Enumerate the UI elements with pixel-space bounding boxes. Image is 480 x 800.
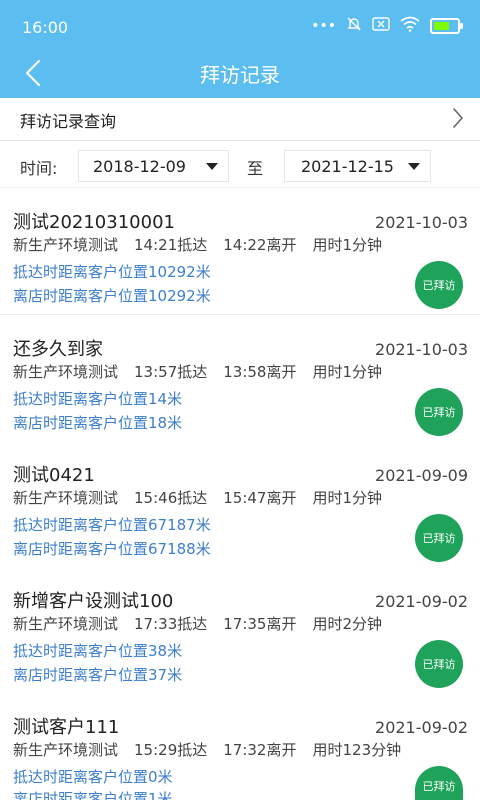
visit-duration: 用时1分钟 — [312, 489, 383, 507]
leave-distance: 离店时距离客户位置1米 — [13, 790, 173, 800]
visit-place: 新生产环境测试 — [13, 363, 119, 381]
visit-date: 2021-10-03 — [375, 340, 468, 359]
arrive-distance: 抵达时距离客户位置0米 — [13, 768, 173, 786]
end-date-select[interactable]: 2021-12-15 — [284, 150, 431, 182]
status-bar: 16:00 ••• — [0, 0, 480, 48]
arrive-time: 14:21抵达 — [134, 236, 208, 254]
caret-down-icon — [408, 163, 420, 170]
visit-record-item[interactable]: 测试客户111 2021-09-02 新生产环境测试 15:29抵达 17:32离开… — [0, 693, 480, 800]
arrive-time: 15:29抵达 — [134, 741, 208, 759]
leave-distance: 离店时距离客户位置67188米 — [13, 540, 211, 558]
record-query-row[interactable]: 拜访记录查询 — [0, 98, 480, 141]
date-filter-row: 时间: 2018-12-09 至 2021-12-15 — [0, 141, 480, 188]
start-date-value: 2018-12-09 — [93, 156, 186, 176]
leave-time: 17:35离开 — [223, 615, 297, 633]
customer-name: 测试客户111 — [13, 717, 120, 738]
visit-duration: 用时1分钟 — [312, 236, 383, 254]
mute-bell-icon — [346, 16, 362, 36]
leave-distance: 离店时距离客户位置37米 — [13, 666, 183, 684]
visit-info: 新生产环境测试 15:46抵达 15:47离开 用时1分钟 — [13, 487, 398, 508]
leave-distance: 离店时距离客户位置10292米 — [13, 287, 211, 305]
leave-time: 15:47离开 — [223, 489, 297, 507]
arrive-distance: 抵达时距离客户位置14米 — [13, 390, 183, 408]
customer-name: 测试0421 — [13, 465, 95, 486]
visited-badge: 已拜访 — [415, 766, 463, 800]
visit-date: 2021-10-03 — [375, 213, 468, 232]
arrive-time: 17:33抵达 — [134, 615, 208, 633]
leave-distance: 离店时距离客户位置18米 — [13, 414, 183, 432]
visit-place: 新生产环境测试 — [13, 236, 119, 254]
dots-icon: ••• — [311, 18, 336, 34]
app-header: 16:00 ••• 拜访记录 — [0, 0, 480, 98]
visited-badge: 已拜访 — [415, 261, 463, 309]
visit-date: 2021-09-02 — [375, 592, 468, 611]
visit-place: 新生产环境测试 — [13, 489, 119, 507]
arrive-distance: 抵达时距离客户位置67187米 — [13, 516, 211, 534]
visited-badge: 已拜访 — [415, 388, 463, 436]
battery-charging-icon — [430, 18, 463, 34]
page-title: 拜访记录 — [200, 63, 280, 87]
battery-level — [434, 22, 450, 30]
time-label: 时间: — [20, 159, 58, 178]
leave-time: 13:58离开 — [223, 363, 297, 381]
customer-name: 还多久到家 — [13, 339, 103, 360]
visit-duration: 用时1分钟 — [312, 363, 383, 381]
status-icons: ••• — [311, 16, 463, 36]
visit-record-item[interactable]: 还多久到家 2021-10-03 新生产环境测试 13:57抵达 13:58离开 用时… — [0, 315, 480, 442]
chevron-right-icon — [452, 107, 464, 133]
visit-record-item[interactable]: 测试20210310001 2021-10-03 新生产环境测试 14:21抵达 1… — [0, 188, 480, 315]
caret-down-icon — [206, 163, 218, 170]
visit-record-item[interactable]: 测试0421 2021-09-09 新生产环境测试 15:46抵达 15:47离开用… — [0, 441, 480, 568]
nav-bar: 拜访记录 — [0, 48, 480, 98]
visit-info: 新生产环境测试 15:29抵达 17:32离开 用时123分钟 — [13, 739, 417, 760]
arrive-distance: 抵达时距离客户位置38米 — [13, 642, 183, 660]
wifi-icon — [400, 16, 420, 36]
customer-name: 测试20210310001 — [13, 212, 175, 233]
end-date-value: 2021-12-15 — [301, 156, 394, 176]
date-separator: 至 — [247, 159, 264, 178]
arrive-time: 15:46抵达 — [134, 489, 208, 507]
visit-date: 2021-09-09 — [375, 466, 468, 485]
arrive-time: 13:57抵达 — [134, 363, 208, 381]
arrive-distance: 抵达时距离客户位置10292米 — [13, 263, 211, 281]
visit-info: 新生产环境测试 13:57抵达 13:58离开 用时1分钟 — [13, 361, 398, 382]
start-date-select[interactable]: 2018-12-09 — [78, 150, 229, 182]
leave-time: 14:22离开 — [223, 236, 297, 254]
visit-duration: 用时123分钟 — [312, 741, 402, 759]
visited-badge: 已拜访 — [415, 514, 463, 562]
visit-record-item[interactable]: 新增客户设测试100 2021-09-02 新生产环境测试 17:33抵达 17:3… — [0, 567, 480, 694]
record-query-label: 拜访记录查询 — [20, 112, 117, 131]
visited-badge: 已拜访 — [415, 640, 463, 688]
visit-info: 新生产环境测试 17:33抵达 17:35离开 用时2分钟 — [13, 613, 398, 634]
visit-place: 新生产环境测试 — [13, 741, 119, 759]
customer-name: 新增客户设测试100 — [13, 591, 174, 612]
status-time: 16:00 — [22, 18, 69, 37]
visit-date: 2021-09-02 — [375, 718, 468, 737]
visit-place: 新生产环境测试 — [13, 615, 119, 633]
visit-duration: 用时2分钟 — [312, 615, 383, 633]
visit-info: 新生产环境测试 14:21抵达 14:22离开 用时1分钟 — [13, 234, 398, 255]
leave-time: 17:32离开 — [223, 741, 297, 759]
sim-x-icon — [372, 17, 390, 35]
